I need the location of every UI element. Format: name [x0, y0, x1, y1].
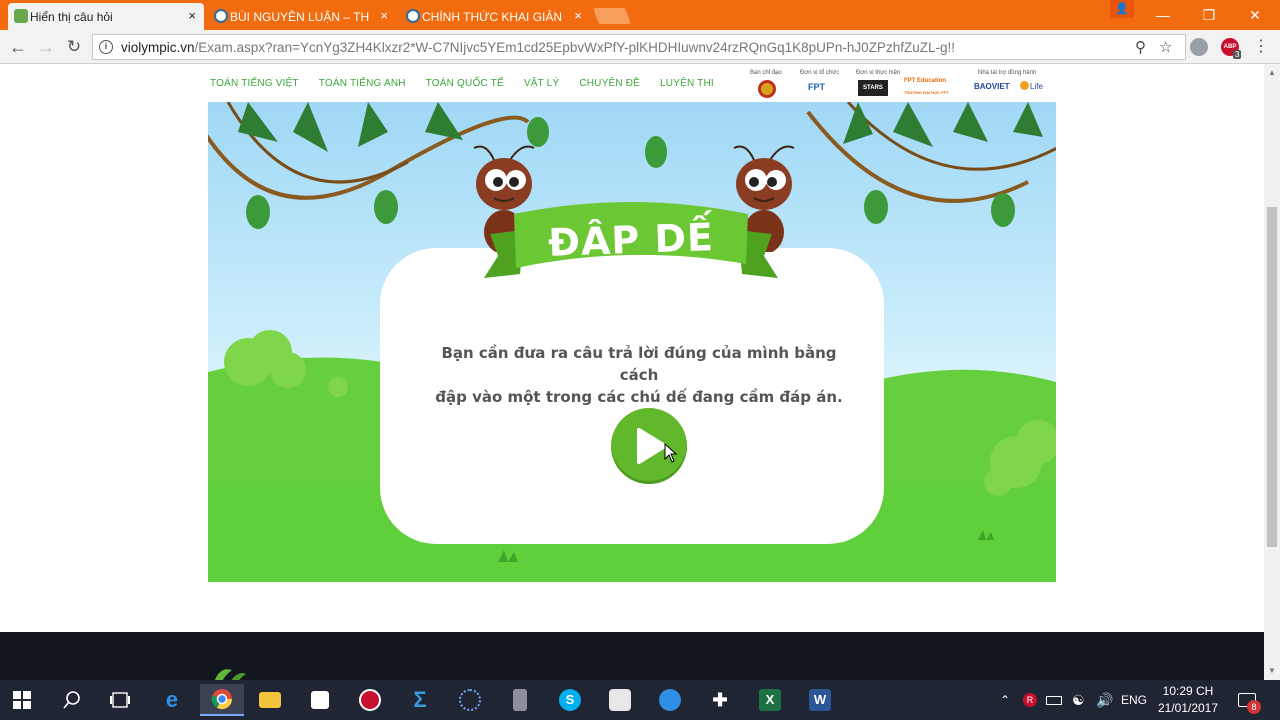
close-tab-icon[interactable]: ×: [380, 8, 388, 23]
sponsor-label: Đơn vị tổ chức: [800, 70, 840, 76]
mouse-cursor-icon: [664, 443, 678, 463]
network-globe-icon[interactable]: [648, 684, 692, 716]
browser-menu-icon[interactable]: ⋮: [1253, 38, 1269, 56]
tab-title: BÙI NGUYÊN LUẬN – TH: [230, 9, 370, 24]
wordpress-favicon-icon: [406, 9, 420, 23]
start-windows-icon[interactable]: [0, 684, 44, 716]
tab-title: Hiển thị câu hỏi: [30, 9, 113, 24]
battery-icon[interactable]: [1046, 680, 1062, 720]
user-profile-icon[interactable]: 👤: [1110, 0, 1134, 18]
nav-luyen-thi[interactable]: LUYỆN THI: [660, 78, 714, 89]
close-window-icon[interactable]: ✕: [1232, 2, 1278, 28]
system-clock[interactable]: 10:29 CH 21/01/2017: [1148, 683, 1228, 717]
browser-toolbar: ← → ↻ i violympic.vn/Exam.aspx?ran=YcnYg…: [0, 30, 1280, 64]
clock-date: 21/01/2017: [1157, 701, 1219, 715]
page-footer: [0, 632, 1264, 680]
calculator-icon[interactable]: [498, 684, 542, 716]
scrollbar-thumb[interactable]: [1267, 207, 1277, 547]
sponsor-label: Nhà tài trợ đồng hành: [978, 70, 1037, 76]
baoviet-life-text: Life: [1030, 82, 1043, 91]
zoom-search-icon[interactable]: ⚲: [1135, 38, 1146, 56]
back-arrow-icon[interactable]: ←: [7, 36, 29, 58]
recorder-icon[interactable]: [348, 684, 392, 716]
page-scrollbar[interactable]: ▲ ▼: [1264, 64, 1280, 680]
new-tab-button[interactable]: [593, 8, 631, 24]
word-icon[interactable]: W: [798, 684, 842, 716]
fpt-school-logo: TRƯỜNG ĐẠI HỌC FPT: [904, 90, 949, 95]
instruction-line-1: Bạn cần đưa ra câu trả lời đúng của mình…: [441, 344, 837, 384]
browser-tab-bar: Hiển thị câu hỏi × BÙI NGUYÊN LUẬN – TH …: [0, 0, 1280, 30]
extension-icon[interactable]: [1190, 38, 1208, 56]
tab-hien-thi-cau-hoi[interactable]: Hiển thị câu hỏi ×: [8, 3, 204, 30]
url-text[interactable]: violympic.vn/Exam.aspx?ran=YcnYg3ZH4Klxz…: [121, 40, 955, 55]
tab-chinh-thuc-khai-giang[interactable]: CHÍNH THỨC KHAI GIẢN ×: [400, 3, 590, 30]
chrome-browser-icon[interactable]: [200, 684, 244, 716]
nav-toan-quoc-te[interactable]: TOÁN QUỐC TẾ: [426, 78, 504, 89]
scroll-up-arrow-icon[interactable]: ▲: [1268, 68, 1276, 77]
close-tab-icon[interactable]: ×: [188, 8, 196, 23]
sponsor-logos: Ban chỉ đạo Đơn vị tổ chức FPT Đơn vị th…: [744, 68, 1054, 100]
tab-bui-nguyen-luan[interactable]: BÙI NGUYÊN LUẬN – TH ×: [208, 3, 396, 30]
tool-app-icon[interactable]: ✚: [698, 684, 742, 716]
task-view-icon[interactable]: [98, 684, 142, 716]
notification-count-badge: 8: [1247, 700, 1261, 714]
volume-icon[interactable]: 🔊: [1096, 680, 1113, 720]
registered-app-tray-icon[interactable]: R: [1023, 680, 1037, 720]
minimize-window-icon[interactable]: —: [1140, 2, 1186, 28]
fpt-education-logo: FPT Education: [904, 78, 946, 84]
stars-logo: STARS: [858, 80, 888, 96]
language-indicator[interactable]: ENG: [1121, 680, 1147, 720]
file-explorer-icon[interactable]: [248, 684, 292, 716]
forward-arrow-icon[interactable]: →: [35, 36, 57, 58]
nav-toan-tieng-viet[interactable]: TOÁN TIẾNG VIỆT: [210, 78, 299, 89]
clock-time: 10:29 CH: [1162, 684, 1214, 698]
footer-leaf-icon: [214, 669, 246, 680]
reload-icon[interactable]: ↻: [63, 36, 85, 58]
sigma-app-icon[interactable]: Σ: [398, 684, 442, 716]
page-content: TOÁN TIẾNG VIỆT TOÁN TIẾNG ANH TOÁN QUỐC…: [0, 64, 1264, 680]
wifi-icon[interactable]: ☯: [1072, 680, 1085, 720]
nav-chuyen-de[interactable]: CHUYÊN ĐỀ: [579, 78, 640, 89]
game-instruction: Bạn cần đưa ra câu trả lời đúng của mình…: [424, 342, 854, 408]
fpt-logo: FPT: [808, 82, 825, 92]
excel-icon[interactable]: X: [748, 684, 792, 716]
site-navigation: TOÁN TIẾNG VIỆT TOÁN TIẾNG ANH TOÁN QUỐC…: [210, 64, 714, 102]
show-hidden-icons-icon[interactable]: ⌃: [1000, 680, 1010, 720]
windows-taskbar: e Σ S ✚ X W ⌃ R ☯ 🔊 ENG 10:29 CH 21/01/2…: [0, 680, 1280, 720]
baoviet-life-icon: [1020, 81, 1029, 90]
title-banner: ĐẬP DẾ: [484, 194, 778, 284]
skype-icon[interactable]: S: [548, 684, 592, 716]
bookmark-star-icon[interactable]: ☆: [1159, 38, 1172, 56]
edge-browser-icon[interactable]: e: [150, 684, 194, 716]
state-emblem-icon: [758, 80, 776, 98]
game-stage: ĐẬP DẾ Bạn cần đưa ra câu trả lời đúng c…: [208, 102, 1056, 582]
wordpress-favicon-icon: [214, 9, 228, 23]
sponsor-label: Ban chỉ đạo: [750, 70, 782, 76]
restore-window-icon[interactable]: ❐: [1186, 2, 1232, 28]
camera-icon[interactable]: [598, 684, 642, 716]
sponsor-label: Đơn vị thực hiện: [856, 70, 901, 76]
close-tab-icon[interactable]: ×: [574, 8, 582, 23]
instruction-line-2: đập vào một trong các chú dế đang cầm đá…: [435, 388, 843, 406]
site-info-icon[interactable]: i: [99, 40, 113, 54]
lasso-tool-icon[interactable]: [448, 684, 492, 716]
search-icon[interactable]: [50, 684, 94, 716]
violympic-favicon-icon: [14, 9, 28, 23]
tab-title: CHÍNH THỨC KHAI GIẢN: [422, 9, 562, 24]
nav-vat-ly[interactable]: VẬT LÝ: [524, 78, 559, 89]
scroll-down-arrow-icon[interactable]: ▼: [1268, 666, 1276, 675]
address-bar[interactable]: i violympic.vn/Exam.aspx?ran=YcnYg3ZH4Kl…: [92, 34, 1186, 60]
store-icon[interactable]: [298, 684, 342, 716]
baoviet-logo: BAOVIET: [974, 82, 1010, 91]
nav-toan-tieng-anh[interactable]: TOÁN TIẾNG ANH: [319, 78, 406, 89]
adblock-count-badge: 3: [1233, 50, 1242, 59]
